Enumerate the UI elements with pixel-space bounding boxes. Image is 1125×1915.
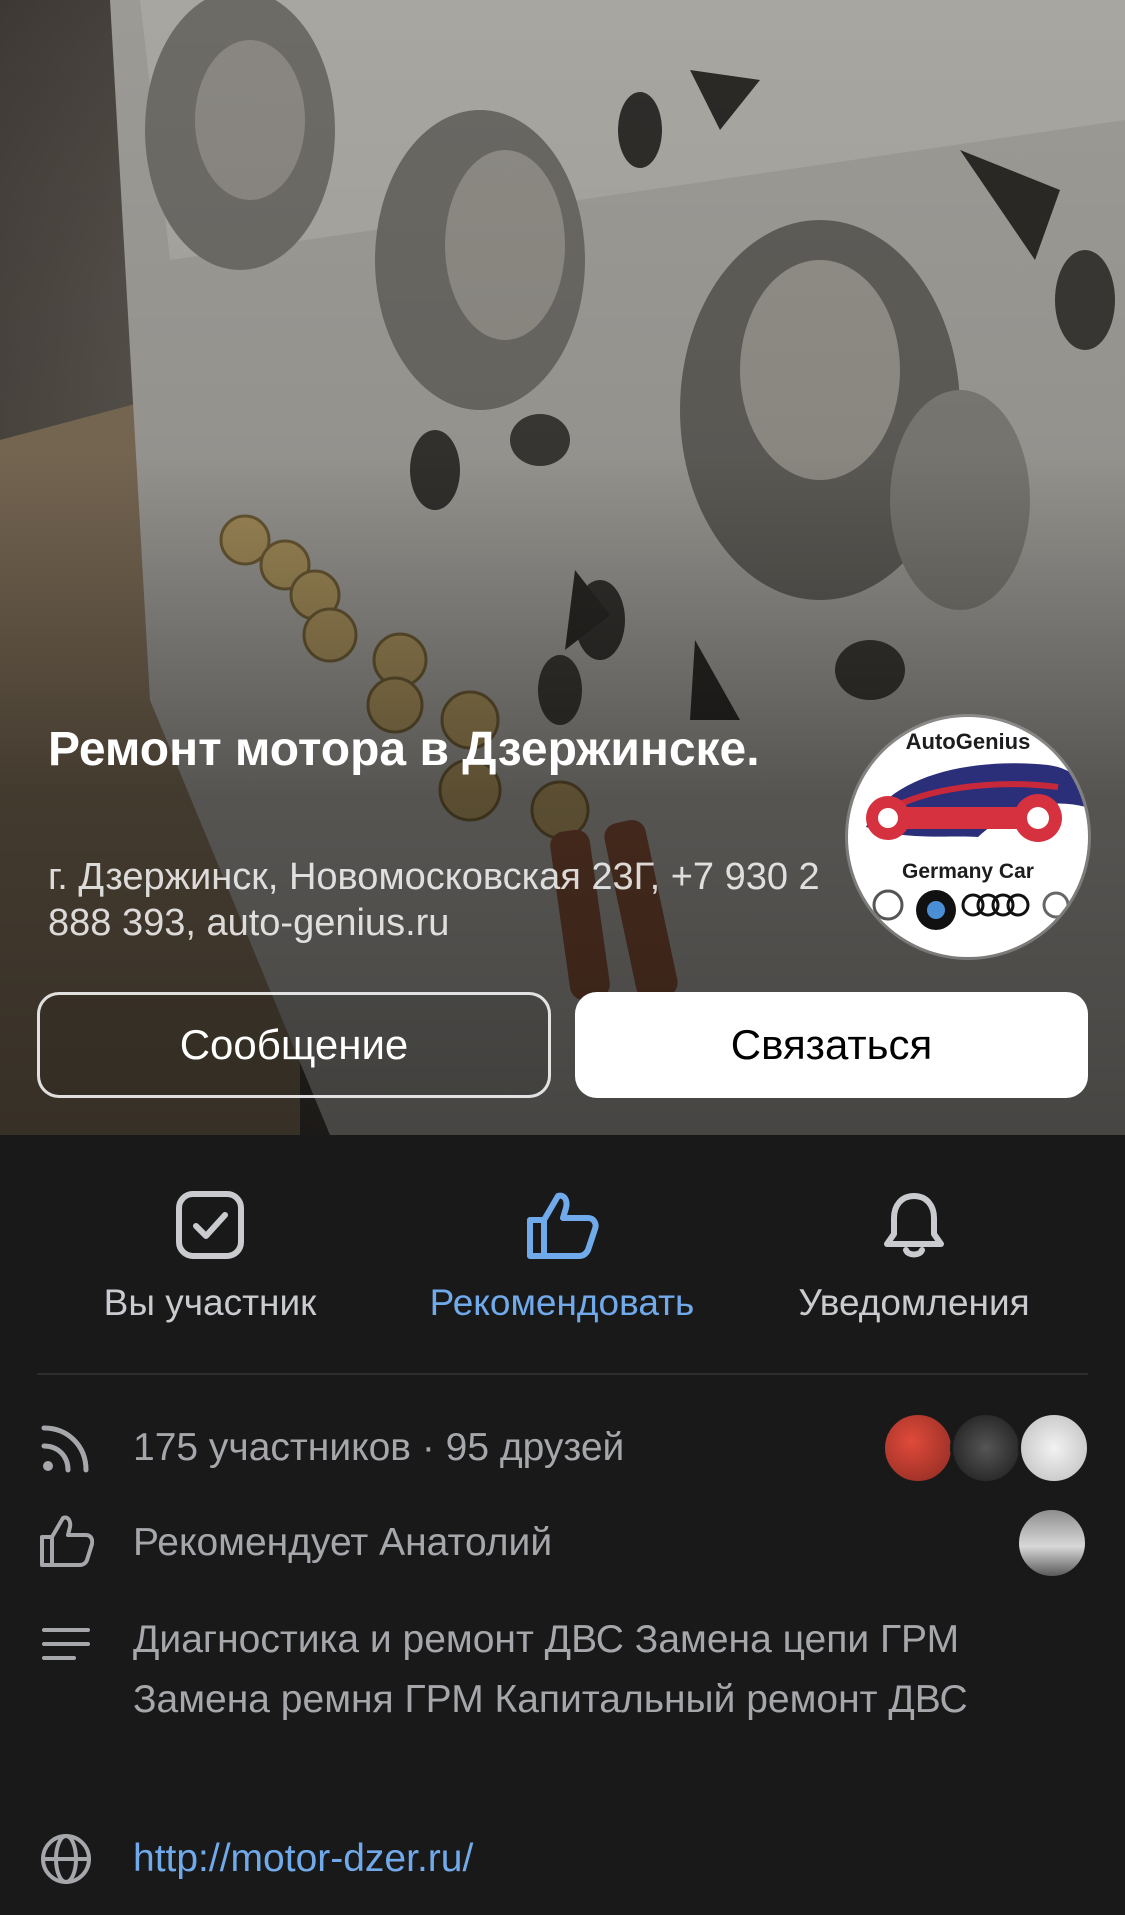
recommends-text: Рекомендует Анатолий	[133, 1521, 553, 1564]
friends-avatars[interactable]	[882, 1412, 1092, 1484]
logo-brand-bottom: Germany Car	[902, 860, 1034, 883]
avatar	[882, 1412, 954, 1484]
recommend-label: Рекомендовать	[429, 1282, 695, 1323]
avatar	[1018, 1412, 1090, 1484]
recommends-row[interactable]: Рекомендует Анатолий	[0, 1507, 1125, 1579]
globe-icon	[41, 1834, 91, 1884]
website-row[interactable]: http://motor-dzer.ru/	[0, 1823, 1125, 1895]
rss-icon	[41, 1425, 89, 1473]
logo-car-wrench-icon	[866, 763, 1087, 930]
description-text: Диагностика и ремонт ДВС Замена цепи ГРМ…	[133, 1618, 968, 1721]
check-square-icon	[176, 1191, 244, 1259]
thumbs-up-icon	[527, 1192, 599, 1259]
contact-button[interactable]: Связаться	[575, 992, 1088, 1098]
avatar[interactable]	[1016, 1507, 1088, 1579]
description-row: Диагностика и ремонт ДВС Замена цепи ГРМ…	[0, 1610, 1125, 1790]
member-label: Вы участник	[103, 1282, 317, 1323]
recommend-action[interactable]: Рекомендовать	[392, 1190, 732, 1324]
thumbs-up-icon	[40, 1515, 94, 1567]
divider	[37, 1373, 1088, 1375]
cover-image	[0, 0, 1125, 1135]
cover-gradient	[0, 0, 1125, 1135]
bell-icon	[884, 1193, 944, 1258]
group-address: г. Дзержинск, Новомосковская 23Г, +7 930…	[48, 856, 820, 944]
website-link[interactable]: http://motor-dzer.ru/	[133, 1829, 473, 1889]
members-row[interactable]: 175 участников · 95 друзей	[0, 1412, 1125, 1484]
action-bar: Вы участник Рекомендовать Уведомления	[0, 1135, 1125, 1375]
notifications-label: Уведомления	[798, 1282, 1030, 1323]
notifications-action[interactable]: Уведомления	[744, 1190, 1084, 1324]
members-count: 175 участников · 95 друзей	[133, 1426, 625, 1469]
message-button[interactable]: Сообщение	[37, 992, 551, 1098]
member-action[interactable]: Вы участник	[40, 1190, 380, 1324]
avatar	[950, 1412, 1022, 1484]
group-avatar[interactable]: AutoGenius Germany Car	[848, 717, 1088, 957]
text-lines-icon	[42, 1628, 90, 1660]
group-title: Ремонт мотора в Дзержинске.	[48, 723, 760, 776]
